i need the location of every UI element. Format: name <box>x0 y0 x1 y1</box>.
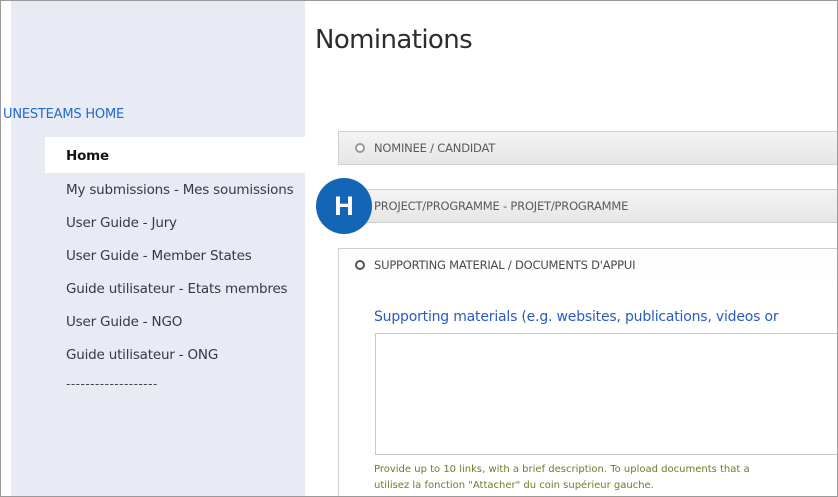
sidebar-item-user-guide-member-states[interactable]: User Guide - Member States <box>45 239 305 272</box>
app-window: UNESTEAMS HOME Home My submissions - Mes… <box>0 0 838 497</box>
sidebar-item-guide-etats-membres[interactable]: Guide utilisateur - Etats membres <box>45 272 305 305</box>
sidebar-item-guide-ong[interactable]: Guide utilisateur - ONG <box>45 338 305 371</box>
section-project-header[interactable]: PROJECT/PROGRAMME - PROJET/PROGRAMME <box>338 189 837 223</box>
section-nominee-header[interactable]: NOMINEE / CANDIDAT <box>338 131 837 165</box>
main-content: Nominations NOMINEE / CANDIDAT PROJECT/P… <box>305 1 837 496</box>
page-title: Nominations <box>315 25 473 55</box>
sidebar-separator: ------------------- <box>66 377 158 391</box>
section-supporting-material-label: SUPPORTING MATERIAL / DOCUMENTS D'APPUI <box>374 258 636 272</box>
section-supporting-material-body: Supporting materials (e.g. websites, pub… <box>338 281 837 496</box>
sidebar: UNESTEAMS HOME Home My submissions - Mes… <box>1 1 305 496</box>
step-h-badge: H <box>316 178 372 234</box>
help-text-line-1: Provide up to 10 links, with a brief des… <box>374 464 750 475</box>
sidebar-nav: Home My submissions - Mes soumissions Us… <box>45 137 305 391</box>
sidebar-item-home[interactable]: Home <box>45 137 305 173</box>
radio-selected-icon <box>355 260 365 270</box>
site-home-link[interactable]: UNESTEAMS HOME <box>3 107 124 122</box>
sidebar-item-user-guide-ngo[interactable]: User Guide - NGO <box>45 305 305 338</box>
sidebar-item-my-submissions[interactable]: My submissions - Mes soumissions <box>45 173 305 206</box>
section-supporting-material-header[interactable]: SUPPORTING MATERIAL / DOCUMENTS D'APPUI <box>338 248 837 282</box>
help-text: Provide up to 10 links, with a brief des… <box>374 462 750 494</box>
radio-unselected-icon <box>355 143 365 153</box>
section-nominee-label: NOMINEE / CANDIDAT <box>374 141 496 155</box>
sidebar-edge <box>1 1 11 496</box>
sidebar-item-user-guide-jury[interactable]: User Guide - Jury <box>45 206 305 239</box>
section-project-label: PROJECT/PROGRAMME - PROJET/PROGRAMME <box>374 199 629 213</box>
supporting-materials-label: Supporting materials (e.g. websites, pub… <box>374 309 779 325</box>
help-text-line-2: utilisez la fonction "Attacher" du coin … <box>374 480 654 491</box>
supporting-materials-textarea[interactable] <box>375 333 837 455</box>
